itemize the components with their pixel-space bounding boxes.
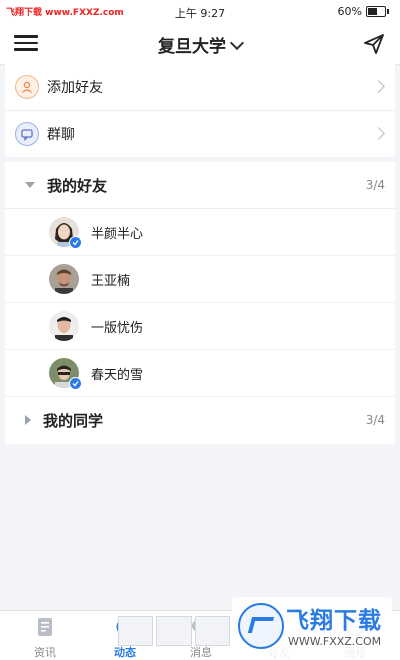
verified-badge-icon <box>69 236 82 249</box>
tab-label: 动态 <box>114 646 136 659</box>
avatar <box>49 311 79 341</box>
preview-thumbnails <box>118 616 230 646</box>
battery-icon <box>366 6 389 17</box>
expand-down-icon <box>25 182 35 188</box>
news-icon <box>38 618 52 636</box>
verified-badge-icon <box>69 377 82 390</box>
avatar <box>49 358 82 390</box>
tab-label: 消息 <box>190 646 212 659</box>
send-icon[interactable] <box>362 32 386 56</box>
status-bar: 飞翔下载 www.FXXZ.com 上午 9:27 60% <box>0 0 400 24</box>
group-count: 3/4 <box>365 178 385 192</box>
battery-percent: 60% <box>337 5 362 18</box>
contacts-card: 我的好友 3/4 半颜半心 王亚楠 一版忧伤 春天的雪 我的同学 3/4 <box>5 162 395 444</box>
page-title: 复旦大学 <box>158 37 226 57</box>
tab-news[interactable]: 资讯 <box>5 611 85 660</box>
avatar <box>49 264 79 294</box>
chevron-down-icon <box>229 35 245 51</box>
chevron-right-icon <box>372 127 385 140</box>
tab-label: 资讯 <box>34 646 56 659</box>
group-my-classmates[interactable]: 我的同学 3/4 <box>5 397 395 443</box>
site-logo-icon <box>238 603 284 649</box>
add-friend-label: 添加好友 <box>47 80 103 96</box>
group-label: 我的同学 <box>43 411 104 430</box>
group-chat-icon <box>15 122 39 146</box>
thumbnail-image <box>118 616 154 646</box>
group-chat-label: 群聊 <box>47 127 75 143</box>
school-selector[interactable]: 复旦大学 <box>0 32 400 57</box>
group-count: 3/4 <box>365 413 385 427</box>
watermark-title: 飞翔下载 <box>286 608 382 634</box>
friend-name: 春天的雪 <box>91 367 144 383</box>
group-label: 我的好友 <box>47 176 108 195</box>
friend-row[interactable]: 春天的雪 <box>5 350 395 397</box>
actions-card: 添加好友 群聊 <box>5 64 395 157</box>
watermark-url: WWW.FXXZ.COM <box>288 635 382 648</box>
chevron-right-icon <box>372 80 385 93</box>
group-my-friends[interactable]: 我的好友 3/4 <box>5 162 395 209</box>
friend-name: 一版忧伤 <box>91 320 144 336</box>
thumbnail-image <box>156 616 192 646</box>
friend-name: 半颜半心 <box>91 226 144 242</box>
group-chat-row[interactable]: 群聊 <box>5 111 395 157</box>
expand-right-icon <box>25 415 31 425</box>
avatar <box>49 217 82 249</box>
thumbnail-image <box>194 616 230 646</box>
friend-row[interactable]: 半颜半心 <box>5 209 395 256</box>
header-bar: 复旦大学 <box>0 24 400 65</box>
friend-name: 王亚楠 <box>91 273 131 289</box>
add-friend-icon <box>15 75 39 99</box>
add-friend-row[interactable]: 添加好友 <box>5 64 395 111</box>
download-site-watermark: 飞翔下载 WWW.FXXZ.COM <box>232 597 392 657</box>
battery-indicator: 60% <box>337 5 389 18</box>
friend-row[interactable]: 一版忧伤 <box>5 303 395 350</box>
friend-row[interactable]: 王亚楠 <box>5 256 395 303</box>
